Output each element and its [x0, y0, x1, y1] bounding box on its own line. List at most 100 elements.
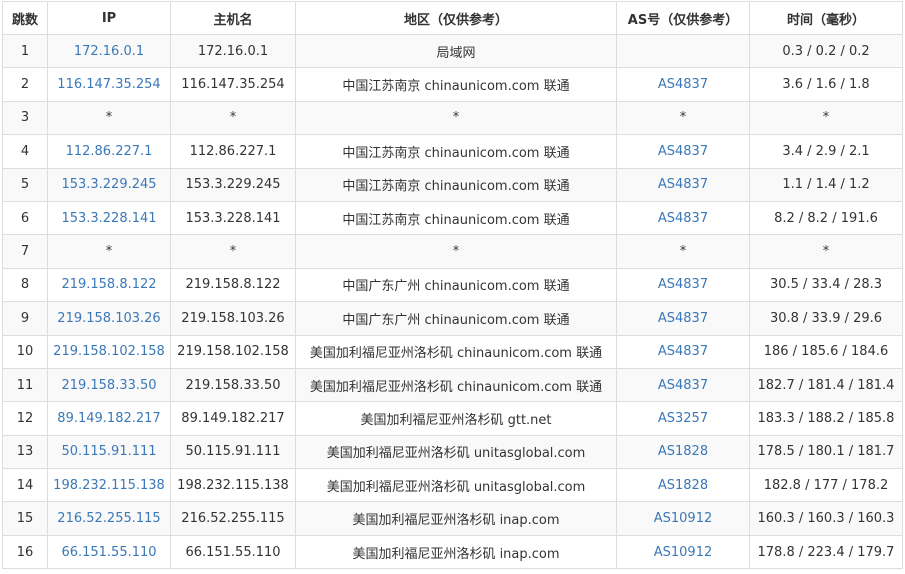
- asn-cell-link[interactable]: AS4837: [658, 144, 708, 159]
- asn-cell: AS10912: [616, 534, 750, 570]
- hostname-cell: 112.86.227.1: [170, 134, 296, 169]
- hostname-cell: 50.115.91.111: [170, 434, 296, 470]
- ip-cell: 216.52.255.115: [47, 501, 171, 536]
- asn-cell: AS10912: [616, 501, 750, 536]
- ip-cell: 66.151.55.110: [47, 534, 171, 570]
- hop-cell: 2: [2, 67, 48, 102]
- asn-cell-link[interactable]: AS10912: [654, 545, 713, 560]
- asn-cell-link[interactable]: AS4837: [658, 277, 708, 292]
- table-row: 5 153.3.229.245 153.3.229.245 中国江苏南京 chinau…: [2, 167, 903, 202]
- hostname-cell: 219.158.103.26: [170, 301, 296, 336]
- region-cell: *: [295, 100, 617, 136]
- ip-cell-link[interactable]: 153.3.229.245: [61, 177, 156, 192]
- asn-cell: AS4837: [616, 67, 750, 102]
- ip-cell-link[interactable]: 219.158.102.158: [53, 344, 165, 359]
- hostname-cell: 216.52.255.115: [170, 501, 296, 536]
- ip-cell: 219.158.33.50: [47, 367, 171, 403]
- column-header-hop: 跳数: [2, 1, 48, 35]
- time-cell: 3.6 / 1.6 / 1.8: [749, 67, 903, 102]
- time-cell: 8.2 / 8.2 / 191.6: [749, 200, 903, 236]
- ip-cell: *: [47, 234, 171, 269]
- ip-cell-link[interactable]: 50.115.91.111: [61, 444, 156, 459]
- header-row: 跳数 IP 主机名 地区（仅供参考） AS号（仅供参考） 时间（毫秒）: [2, 1, 903, 35]
- asn-cell: AS4837: [616, 200, 750, 236]
- hostname-cell: 116.147.35.254: [170, 67, 296, 102]
- ip-cell: 219.158.103.26: [47, 301, 171, 336]
- ip-cell: 50.115.91.111: [47, 434, 171, 470]
- ip-cell-link[interactable]: 198.232.115.138: [53, 478, 165, 493]
- hostname-cell: 198.232.115.138: [170, 468, 296, 503]
- asn-cell: AS1828: [616, 468, 750, 503]
- column-header-ip: IP: [47, 1, 171, 35]
- asn-cell-link[interactable]: AS4837: [658, 177, 708, 192]
- asn-cell-link[interactable]: AS4837: [658, 311, 708, 326]
- table-row: 13 50.115.91.111 50.115.91.111 美国加利福尼亚州洛杉矶 …: [2, 434, 903, 470]
- hostname-cell: 219.158.8.122: [170, 267, 296, 303]
- region-cell: 中国江苏南京 chinaunicom.com 联通: [295, 167, 617, 202]
- hop-cell: 12: [2, 401, 48, 436]
- ip-cell-link[interactable]: 116.147.35.254: [57, 77, 160, 92]
- table-row: 6 153.3.228.141 153.3.228.141 中国江苏南京 chinau…: [2, 200, 903, 236]
- ip-cell-link[interactable]: 219.158.103.26: [57, 311, 160, 326]
- asn-cell-link[interactable]: AS4837: [658, 378, 708, 393]
- time-cell: 178.8 / 223.4 / 179.7: [749, 534, 903, 570]
- ip-cell: *: [47, 100, 171, 136]
- hostname-cell: 66.151.55.110: [170, 534, 296, 570]
- asn-cell: AS3257: [616, 401, 750, 436]
- region-cell: 中国江苏南京 chinaunicom.com 联通: [295, 67, 617, 102]
- column-header-time: 时间（毫秒）: [749, 1, 903, 35]
- region-cell: 美国加利福尼亚州洛杉矶 chinaunicom.com 联通: [295, 367, 617, 403]
- ip-cell-link[interactable]: 219.158.8.122: [61, 277, 156, 292]
- asn-cell-link[interactable]: AS1828: [658, 444, 708, 459]
- hop-cell: 4: [2, 134, 48, 169]
- table-row: 1 172.16.0.1 172.16.0.1 局域网 0.3 / 0.2 / 0.2: [2, 33, 903, 69]
- table-row: 4 112.86.227.1 112.86.227.1 中国江苏南京 chinauni…: [2, 134, 903, 169]
- asn-cell-link[interactable]: AS3257: [658, 411, 708, 426]
- asn-cell-link[interactable]: AS4837: [658, 77, 708, 92]
- ip-cell-link[interactable]: 66.151.55.110: [61, 545, 156, 560]
- table-row: 2 116.147.35.254 116.147.35.254 中国江苏南京 chin…: [2, 67, 903, 102]
- region-cell: 中国江苏南京 chinaunicom.com 联通: [295, 200, 617, 236]
- region-cell: 美国加利福尼亚州洛杉矶 inap.com: [295, 534, 617, 570]
- hostname-cell: 172.16.0.1: [170, 33, 296, 69]
- table-row: 3 * * * * *: [2, 100, 903, 136]
- asn-cell: AS1828: [616, 434, 750, 470]
- time-cell: 182.8 / 177 / 178.2: [749, 468, 903, 503]
- ip-cell-link[interactable]: 89.149.182.217: [57, 411, 160, 426]
- asn-cell-link[interactable]: AS1828: [658, 478, 708, 493]
- ip-cell-link[interactable]: 216.52.255.115: [57, 511, 160, 526]
- asn-cell: [616, 33, 750, 69]
- asn-cell: AS4837: [616, 301, 750, 336]
- asn-cell-link[interactable]: AS4837: [658, 211, 708, 226]
- table-row: 15 216.52.255.115 216.52.255.115 美国加利福尼亚州洛杉…: [2, 501, 903, 536]
- ip-cell-link[interactable]: 112.86.227.1: [66, 144, 153, 159]
- hop-cell: 8: [2, 267, 48, 303]
- hop-cell: 14: [2, 468, 48, 503]
- region-cell: 局域网: [295, 33, 617, 69]
- hostname-cell: *: [170, 100, 296, 136]
- hop-cell: 13: [2, 434, 48, 470]
- asn-cell: *: [616, 234, 750, 269]
- table-row: 8 219.158.8.122 219.158.8.122 中国广东广州 chinau…: [2, 267, 903, 303]
- time-cell: 186 / 185.6 / 184.6: [749, 334, 903, 369]
- region-cell: 中国广东广州 chinaunicom.com 联通: [295, 267, 617, 303]
- hop-cell: 6: [2, 200, 48, 236]
- hostname-cell: 219.158.33.50: [170, 367, 296, 403]
- asn-cell-link[interactable]: AS4837: [658, 344, 708, 359]
- hop-cell: 16: [2, 534, 48, 570]
- ip-cell-link[interactable]: 172.16.0.1: [74, 44, 144, 59]
- asn-cell-link[interactable]: AS10912: [654, 511, 713, 526]
- ip-cell: 172.16.0.1: [47, 33, 171, 69]
- time-cell: 3.4 / 2.9 / 2.1: [749, 134, 903, 169]
- ip-cell: 112.86.227.1: [47, 134, 171, 169]
- ip-cell-link[interactable]: 219.158.33.50: [61, 378, 156, 393]
- time-cell: 160.3 / 160.3 / 160.3: [749, 501, 903, 536]
- hostname-cell: 153.3.229.245: [170, 167, 296, 202]
- ip-cell: 89.149.182.217: [47, 401, 171, 436]
- hostname-cell: 153.3.228.141: [170, 200, 296, 236]
- time-cell: 178.5 / 180.1 / 181.7: [749, 434, 903, 470]
- ip-cell-link[interactable]: 153.3.228.141: [61, 211, 156, 226]
- hop-cell: 1: [2, 33, 48, 69]
- region-cell: 美国加利福尼亚州洛杉矶 chinaunicom.com 联通: [295, 334, 617, 369]
- region-cell: 美国加利福尼亚州洛杉矶 unitasglobal.com: [295, 434, 617, 470]
